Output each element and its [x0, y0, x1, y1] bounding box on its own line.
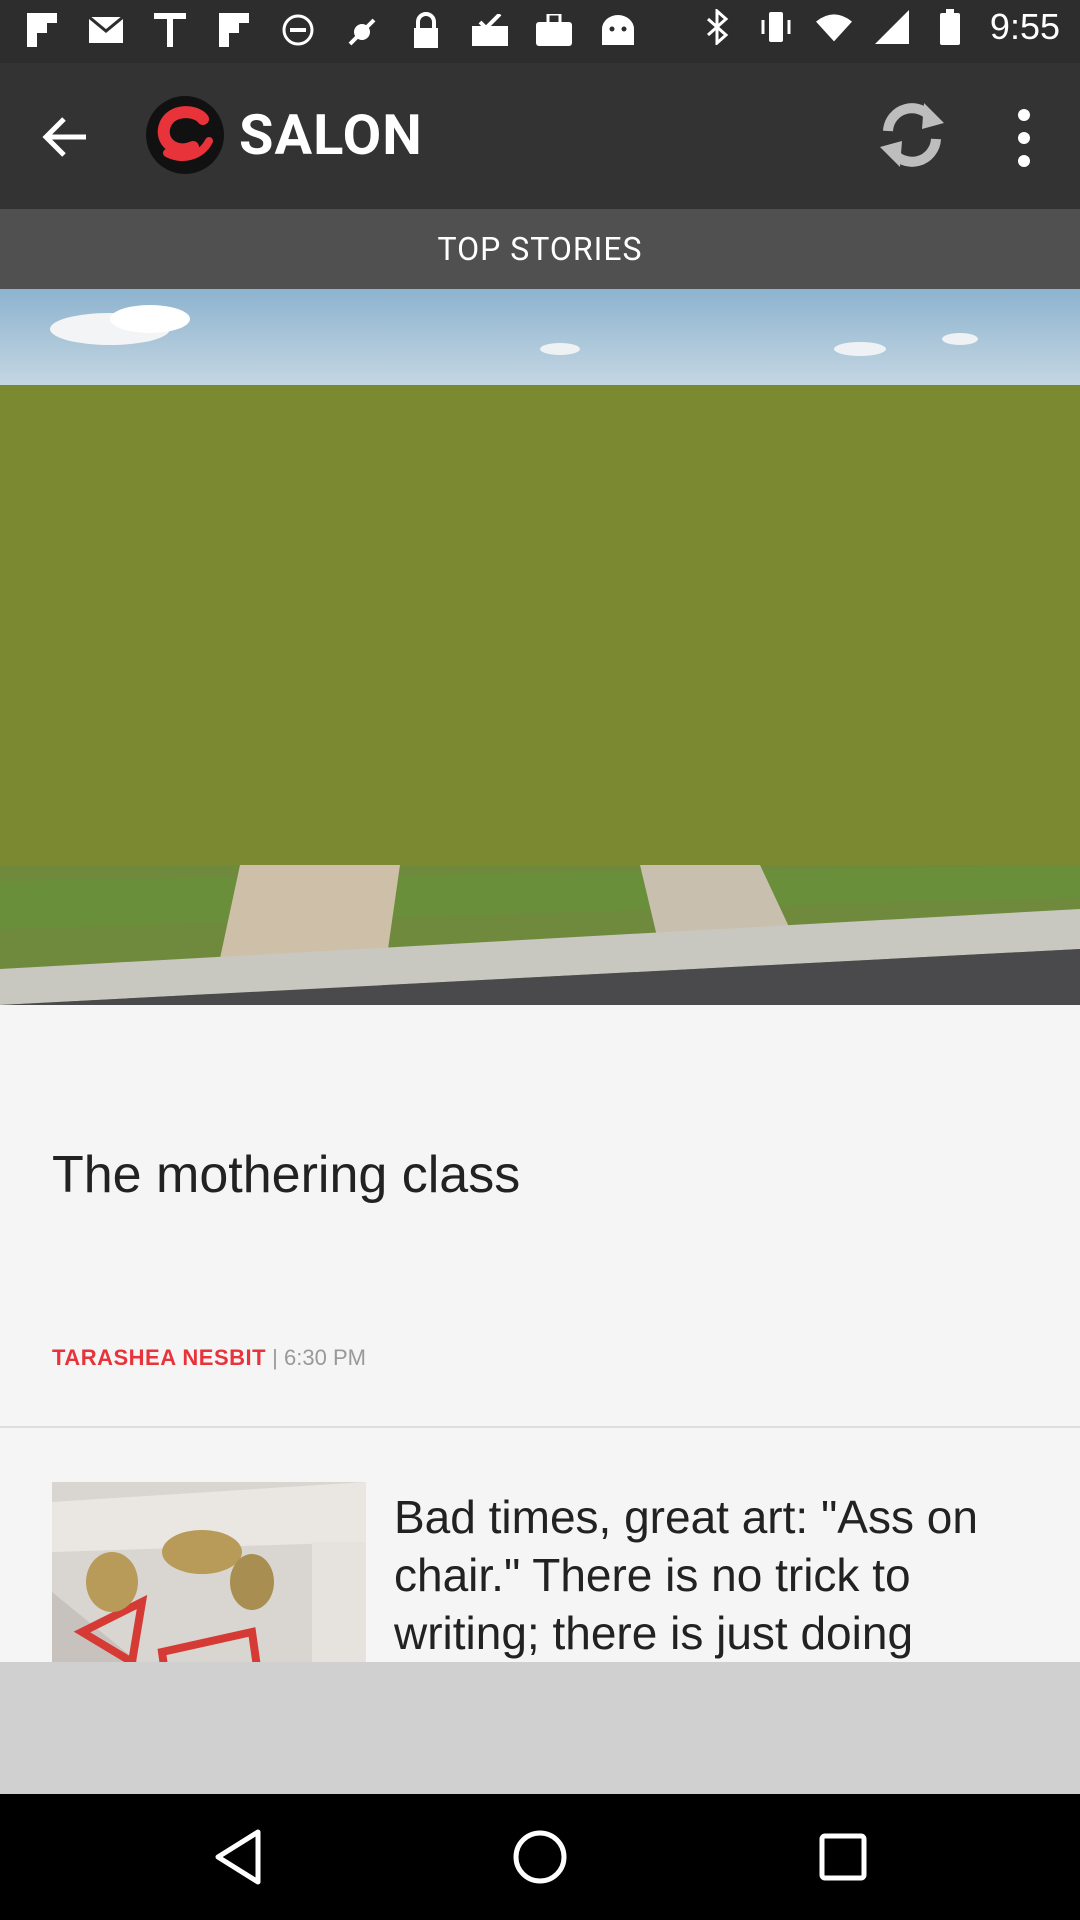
bluetooth-icon: [700, 7, 736, 47]
system-nav-bar: [0, 1794, 1080, 1920]
fake-gps-icon: [344, 10, 380, 50]
nav-back-button[interactable]: [206, 1824, 272, 1890]
arrow-back-icon: [42, 117, 86, 157]
byline-separator: |: [266, 1345, 285, 1370]
nav-home-icon: [513, 1830, 567, 1884]
back-button[interactable]: [40, 109, 100, 165]
status-bar-notifications: [24, 10, 636, 50]
nav-recents-icon: [819, 1833, 867, 1881]
salon-logo: SALON: [145, 95, 423, 175]
cellular-signal-icon: [874, 7, 910, 47]
text-icon: [152, 10, 188, 50]
more-options-button[interactable]: [1004, 103, 1044, 173]
status-time: 9:55: [989, 6, 1060, 47]
gmail-icon: [88, 10, 124, 50]
wifi-icon: [815, 7, 852, 47]
refresh-icon: [880, 103, 944, 167]
hero-article-author: TARASHEA NESBIT: [52, 1345, 267, 1370]
app-bar: SALON: [0, 63, 1080, 209]
briefcase-icon: [536, 10, 572, 50]
nav-back-icon: [215, 1829, 261, 1885]
lock-icon: [408, 10, 444, 50]
app-title: SALON: [239, 102, 423, 168]
list-article-title[interactable]: Bad times, great art: "Ass on chair." Th…: [394, 1488, 1034, 1662]
more-vert-icon: [1018, 109, 1030, 167]
hero-article-headline[interactable]: The mothering class: [52, 1145, 520, 1205]
vibrate-icon: [758, 7, 794, 47]
hero-article-image[interactable]: [0, 289, 1080, 1005]
battery-icon: [932, 7, 968, 47]
status-bar: 9:55: [0, 0, 1080, 63]
hero-article[interactable]: The mothering class TARASHEA NESBIT | 6:…: [0, 1005, 1080, 1427]
salon-logo-icon: [146, 96, 224, 174]
status-bar-system: 9:55: [700, 6, 1060, 48]
hero-article-time: 6:30 PM: [284, 1345, 366, 1370]
tab-label: TOP STORIES: [437, 230, 643, 268]
do-not-disturb-icon: [280, 10, 316, 50]
list-article-thumbnail: [52, 1482, 366, 1662]
tab-top-stories[interactable]: TOP STORIES: [0, 209, 1080, 289]
flipboard-icon: [24, 10, 60, 50]
android-icon: [600, 10, 636, 50]
flipboard-icon: [216, 10, 252, 50]
list-item[interactable]: Bad times, great art: "Ass on chair." Th…: [0, 1428, 1080, 1662]
inbox-check-icon: [472, 10, 508, 50]
refresh-button[interactable]: [870, 93, 954, 177]
bottom-area: [0, 1662, 1080, 1794]
nav-home-button[interactable]: [507, 1824, 573, 1890]
hero-article-byline: TARASHEA NESBIT | 6:30 PM: [52, 1345, 366, 1371]
nav-recents-button[interactable]: [810, 1824, 876, 1890]
